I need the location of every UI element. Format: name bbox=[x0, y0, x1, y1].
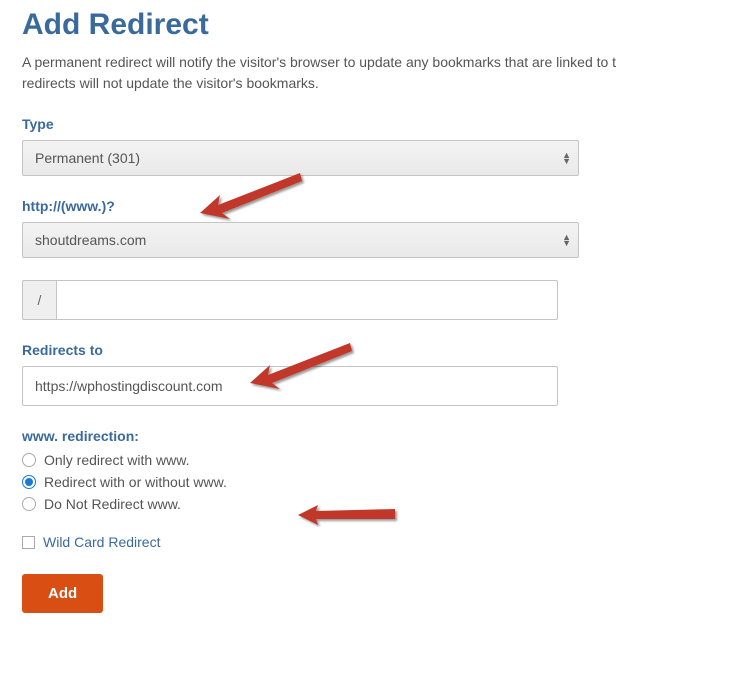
www-redirection-group: Only redirect with www. Redirect with or… bbox=[22, 452, 725, 512]
type-label: Type bbox=[22, 116, 725, 132]
redirects-to-label: Redirects to bbox=[22, 342, 725, 358]
page-description: A permanent redirect will notify the vis… bbox=[22, 52, 725, 94]
wildcard-label: Wild Card Redirect bbox=[43, 534, 160, 550]
radio-with-or-without-www[interactable]: Redirect with or without www. bbox=[22, 474, 725, 490]
path-prefix: / bbox=[22, 280, 56, 320]
radio-do-not-redirect-www[interactable]: Do Not Redirect www. bbox=[22, 496, 725, 512]
domain-label: http://(www.)? bbox=[22, 198, 725, 214]
checkbox-icon bbox=[22, 536, 35, 549]
type-select[interactable]: Permanent (301) bbox=[22, 140, 579, 176]
www-redirection-label: www. redirection: bbox=[22, 428, 725, 444]
radio-label: Redirect with or without www. bbox=[44, 474, 227, 490]
redirects-to-input[interactable] bbox=[22, 366, 558, 406]
radio-icon bbox=[22, 475, 36, 489]
add-button[interactable]: Add bbox=[22, 574, 103, 613]
radio-label: Only redirect with www. bbox=[44, 452, 189, 468]
radio-icon bbox=[22, 453, 36, 467]
radio-only-www[interactable]: Only redirect with www. bbox=[22, 452, 725, 468]
radio-icon bbox=[22, 497, 36, 511]
page-title: Add Redirect bbox=[22, 8, 725, 42]
domain-select[interactable]: shoutdreams.com bbox=[22, 222, 579, 258]
wildcard-checkbox-row[interactable]: Wild Card Redirect bbox=[22, 534, 725, 550]
radio-label: Do Not Redirect www. bbox=[44, 496, 181, 512]
path-input[interactable] bbox=[56, 280, 558, 320]
